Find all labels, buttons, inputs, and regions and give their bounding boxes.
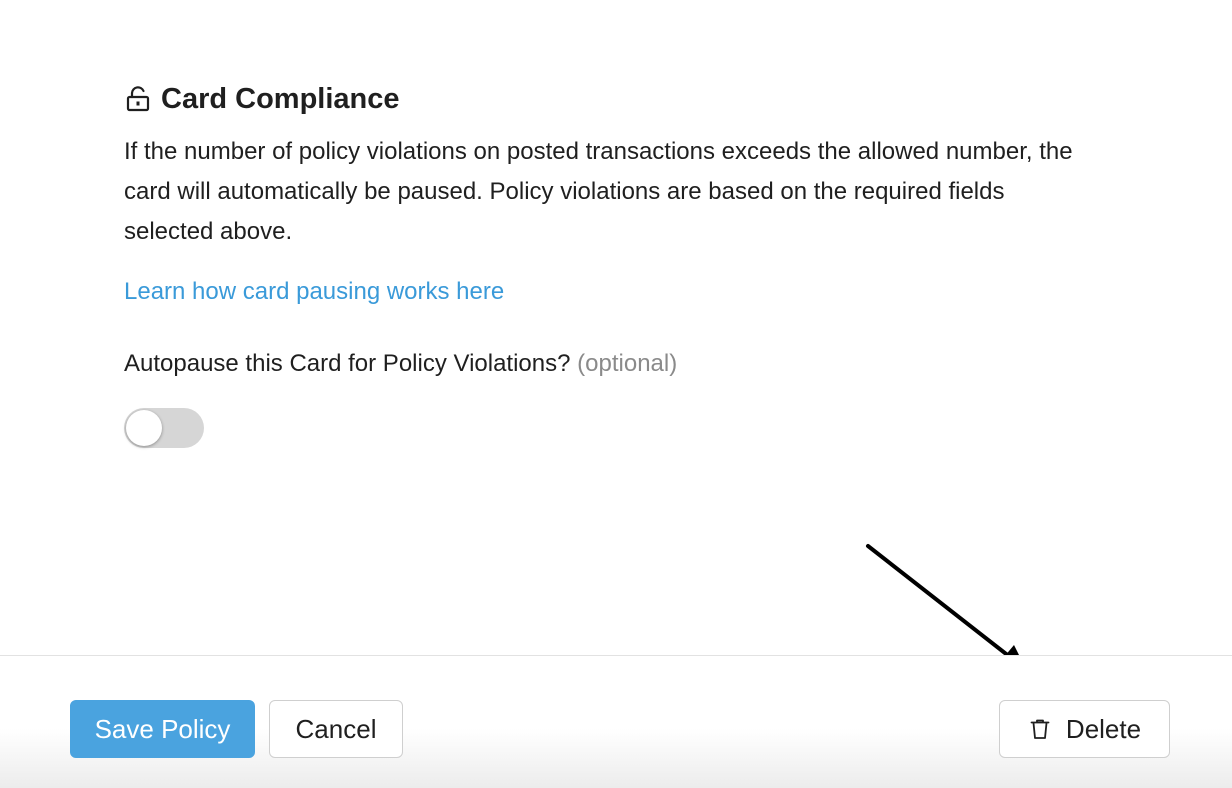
delete-button[interactable]: Delete: [999, 700, 1170, 758]
autopause-label: Autopause this Card for Policy Violation…: [124, 350, 571, 377]
trash-icon: [1028, 717, 1052, 741]
unlocked-lock-icon: [124, 85, 152, 113]
card-compliance-section: Card Compliance If the number of policy …: [124, 78, 1104, 448]
learn-card-pausing-link[interactable]: Learn how card pausing works here: [124, 276, 504, 308]
save-policy-label: Save Policy: [94, 713, 231, 744]
section-heading: Card Compliance: [124, 78, 1104, 120]
cancel-button[interactable]: Cancel: [269, 700, 403, 758]
autopause-question: Autopause this Card for Policy Violation…: [124, 348, 1104, 380]
delete-label: Delete: [1065, 713, 1142, 744]
save-policy-button[interactable]: Save Policy: [70, 700, 255, 758]
section-title: Card Compliance: [161, 82, 400, 115]
cancel-label: Cancel: [295, 713, 377, 744]
toggle-knob: [126, 410, 162, 446]
optional-label: (optional): [577, 350, 678, 377]
section-description: If the number of policy violations on po…: [124, 138, 1073, 245]
autopause-toggle[interactable]: [124, 408, 204, 448]
policy-page: Card Compliance If the number of policy …: [0, 0, 1232, 788]
action-footer: Save Policy Cancel Delete: [0, 655, 1232, 788]
